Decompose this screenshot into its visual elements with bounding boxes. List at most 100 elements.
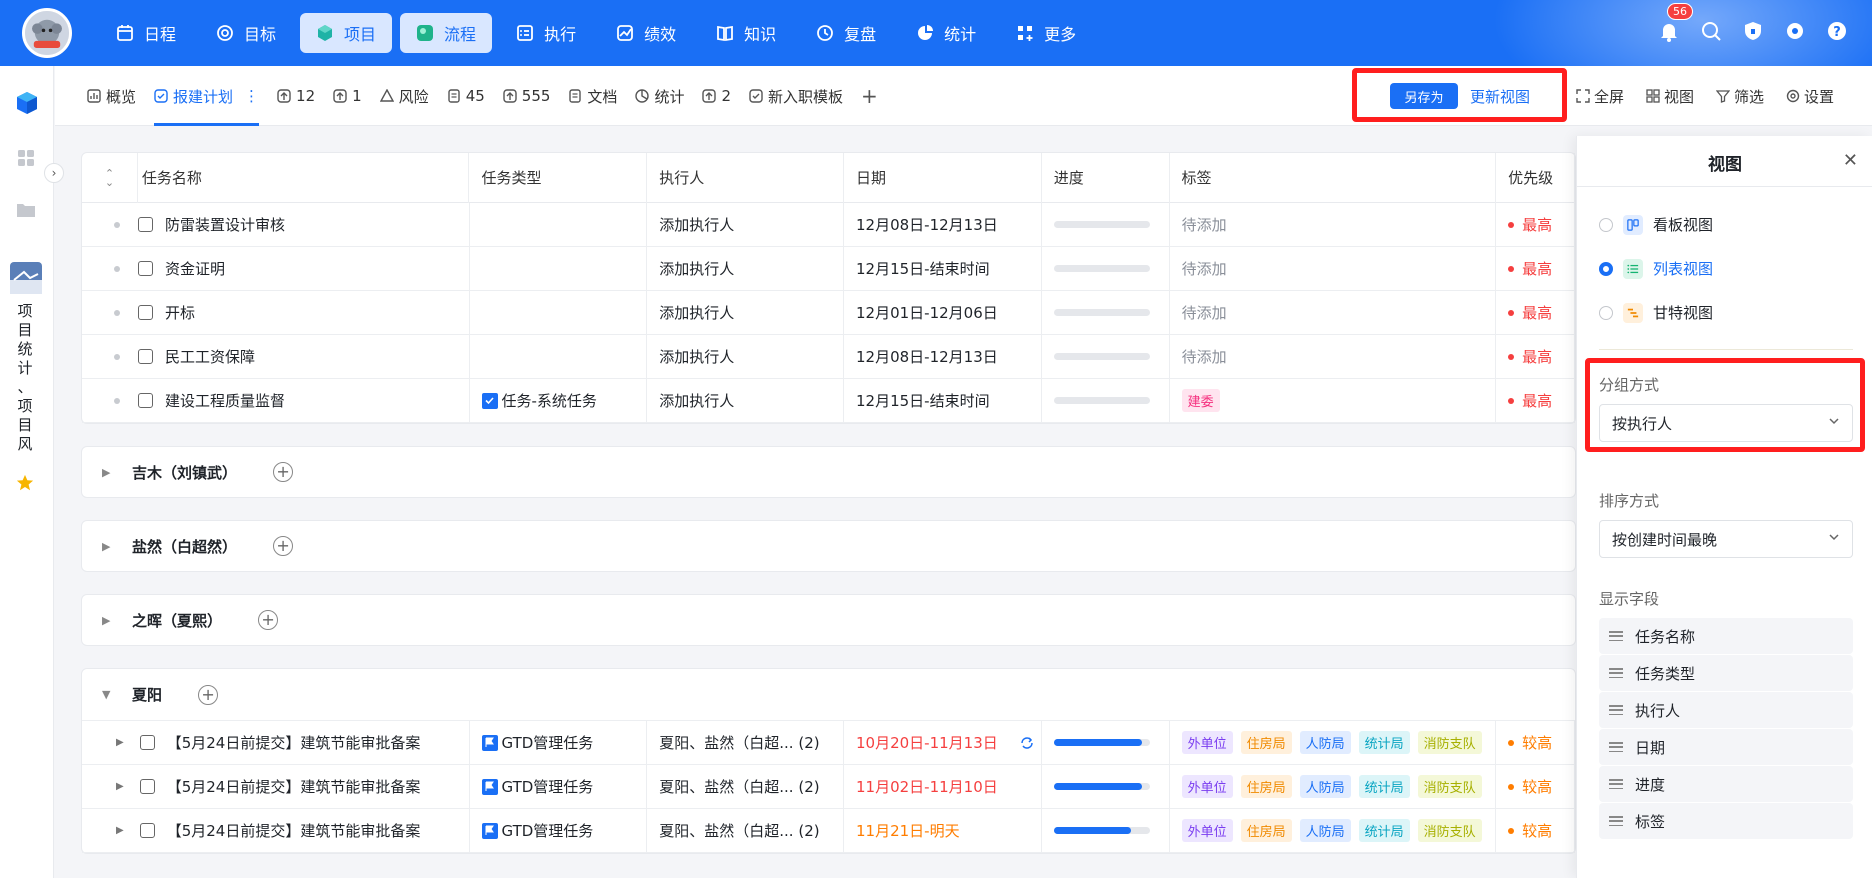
- priority-cell[interactable]: 较高: [1496, 720, 1576, 765]
- notification-button[interactable]: 56: [1658, 3, 1693, 42]
- tag-placeholder[interactable]: 待添加: [1182, 346, 1227, 367]
- nav-item-more[interactable]: 更多: [1000, 13, 1092, 53]
- executor[interactable]: 添加执行人: [659, 258, 734, 279]
- tag-badge[interactable]: 外单位: [1181, 775, 1233, 798]
- task-name-cell[interactable]: 民工工资保障: [82, 334, 470, 379]
- sync-icon[interactable]: [1020, 736, 1034, 750]
- caret-right-icon[interactable]: ▶: [102, 614, 114, 627]
- task-checkbox[interactable]: [138, 261, 153, 276]
- header-executor[interactable]: 执行人: [647, 152, 844, 203]
- executor-cell[interactable]: 添加执行人: [647, 290, 844, 335]
- table-row[interactable]: 资金证明 添加执行人 12月15日-结束时间 待添加 最高: [82, 246, 1576, 291]
- nav-item-knowledge[interactable]: 知识: [700, 13, 792, 53]
- task-name[interactable]: 防雷装置设计审核: [165, 214, 285, 235]
- task-type-cell[interactable]: [470, 334, 648, 379]
- progress-cell[interactable]: [1042, 764, 1170, 809]
- display-field-item[interactable]: 任务名称: [1599, 618, 1853, 654]
- table-row[interactable]: 民工工资保障 添加执行人 12月08日-12月13日 待添加 最高: [82, 334, 1576, 379]
- task-name[interactable]: 开标: [165, 302, 195, 323]
- executor-cell[interactable]: 夏阳、盐然（白超... (2): [647, 720, 844, 765]
- task-name[interactable]: 民工工资保障: [165, 346, 255, 367]
- priority-badge[interactable]: 较高: [1508, 776, 1552, 797]
- tag-badge[interactable]: 住房局: [1240, 731, 1292, 754]
- executor-cell[interactable]: 添加执行人: [647, 202, 844, 247]
- task-name-cell[interactable]: ▶ 【5月24日前提交】建筑节能审批备案: [82, 808, 470, 853]
- task-type-cell[interactable]: 任务-系统任务: [470, 378, 648, 423]
- header-date[interactable]: 日期: [844, 152, 1042, 203]
- group-row[interactable]: ▼ 夏阳 +: [82, 669, 1575, 721]
- display-field-item[interactable]: 任务类型: [1599, 655, 1853, 691]
- task-name[interactable]: 【5月24日前提交】建筑节能审批备案: [167, 732, 421, 753]
- priority-cell[interactable]: 较高: [1496, 808, 1576, 853]
- task-type-cell[interactable]: GTD管理任务: [470, 764, 648, 809]
- add-task-button[interactable]: +: [273, 536, 294, 556]
- priority-badge[interactable]: 较高: [1508, 732, 1552, 753]
- drag-handle-icon[interactable]: [1609, 668, 1623, 678]
- table-row[interactable]: ▶ 【5月24日前提交】建筑节能审批备案 GTD管理任务 夏阳、盐然（白超...…: [82, 720, 1576, 765]
- group-row[interactable]: ▶ 吉木（刘镇武） +: [81, 446, 1576, 498]
- tag-cell[interactable]: 建委: [1170, 378, 1497, 423]
- date[interactable]: 12月08日-12月13日: [856, 214, 998, 235]
- tag-placeholder[interactable]: 待添加: [1182, 302, 1227, 323]
- tag-badge[interactable]: 建委: [1181, 389, 1220, 412]
- priority-cell[interactable]: 最高: [1496, 202, 1576, 247]
- task-type-cell[interactable]: [470, 290, 648, 335]
- date[interactable]: 12月01日-12月06日: [856, 302, 998, 323]
- header-priority[interactable]: 优先级: [1496, 152, 1575, 203]
- executor[interactable]: 添加执行人: [659, 346, 734, 367]
- tag-badge[interactable]: 消防支队: [1417, 731, 1482, 754]
- tab-plan[interactable]: 报建计划 ⋮: [154, 66, 260, 126]
- table-row[interactable]: 防雷装置设计审核 添加执行人 12月08日-12月13日 待添加 最高: [82, 202, 1576, 247]
- app-logo[interactable]: [22, 8, 72, 58]
- executor[interactable]: 添加执行人: [659, 302, 734, 323]
- drag-handle-icon[interactable]: [1609, 705, 1623, 715]
- tag-placeholder[interactable]: 待添加: [1182, 214, 1227, 235]
- task-type-cell[interactable]: GTD管理任务: [470, 808, 648, 853]
- progress-cell[interactable]: [1042, 246, 1170, 291]
- settings-tab-button[interactable]: 设置: [1786, 86, 1834, 107]
- task-checkbox[interactable]: [138, 349, 153, 364]
- task-checkbox[interactable]: [139, 779, 155, 794]
- tag-badge[interactable]: 外单位: [1181, 731, 1233, 754]
- caret-right-icon[interactable]: ▶: [102, 466, 114, 479]
- task-checkbox[interactable]: [138, 393, 153, 408]
- display-field-item[interactable]: 标签: [1599, 803, 1853, 839]
- tag-cell[interactable]: 外单位 住房局 人防局 统计局 消防支队: [1170, 808, 1497, 853]
- priority-cell[interactable]: 最高: [1496, 334, 1576, 379]
- nav-item-performance[interactable]: 绩效: [600, 13, 692, 53]
- folder-icon[interactable]: [14, 198, 38, 222]
- table-row[interactable]: 开标 添加执行人 12月01日-12月06日 待添加 最高: [82, 290, 1576, 335]
- priority-badge[interactable]: 最高: [1508, 302, 1552, 323]
- task-name[interactable]: 【5月24日前提交】建筑节能审批备案: [167, 776, 421, 797]
- tag-badge[interactable]: 统计局: [1358, 775, 1410, 798]
- progress-cell[interactable]: [1042, 334, 1170, 379]
- table-row[interactable]: ▶ 【5月24日前提交】建筑节能审批备案 GTD管理任务 夏阳、盐然（白超...…: [82, 764, 1576, 809]
- project-thumbnail-icon[interactable]: [10, 262, 42, 294]
- priority-badge[interactable]: 最高: [1508, 346, 1552, 367]
- apps-icon[interactable]: [14, 146, 38, 170]
- priority-badge[interactable]: 最高: [1508, 258, 1552, 279]
- date[interactable]: 12月15日-结束时间: [856, 258, 990, 279]
- expand-caret-icon[interactable]: ▶: [116, 825, 124, 836]
- tab-risk[interactable]: 风险: [379, 66, 429, 126]
- date[interactable]: 12月15日-结束时间: [856, 390, 990, 411]
- executor[interactable]: 夏阳、盐然（白超... (2): [659, 776, 819, 797]
- nav-item-goal[interactable]: 目标: [200, 13, 292, 53]
- task-checkbox[interactable]: [139, 735, 155, 750]
- task-name-cell[interactable]: 开标: [82, 290, 470, 335]
- tab-2[interactable]: 2: [702, 66, 731, 126]
- tab-more-icon[interactable]: ⋮: [244, 87, 259, 105]
- save-as-button[interactable]: 另存为: [1390, 83, 1458, 109]
- tag-placeholder[interactable]: 待添加: [1182, 258, 1227, 279]
- expand-caret-icon[interactable]: ▶: [116, 781, 124, 792]
- nav-item-execute[interactable]: 执行: [500, 13, 592, 53]
- executor-cell[interactable]: 夏阳、盐然（白超... (2): [647, 764, 844, 809]
- tag-badge[interactable]: 住房局: [1240, 775, 1292, 798]
- tag-badge[interactable]: 人防局: [1299, 819, 1351, 842]
- nav-item-flow[interactable]: 流程: [400, 13, 493, 53]
- header-task-type[interactable]: 任务类型: [469, 152, 648, 203]
- priority-cell[interactable]: 最高: [1496, 290, 1576, 335]
- add-tab-button[interactable]: +: [861, 66, 878, 126]
- date[interactable]: 11月02日-11月10日: [856, 776, 998, 797]
- priority-badge[interactable]: 较高: [1508, 820, 1552, 841]
